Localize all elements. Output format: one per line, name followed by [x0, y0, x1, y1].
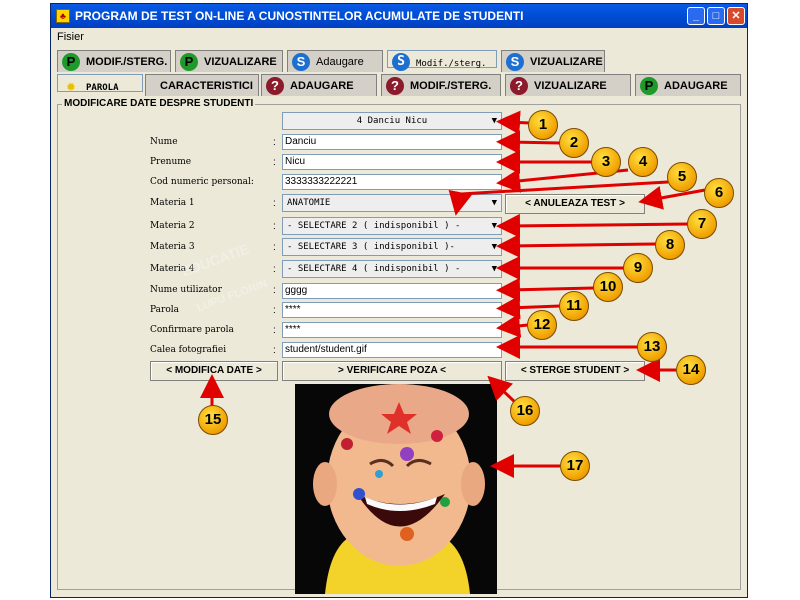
callout-12: 12 — [527, 310, 557, 340]
callout-8: 8 — [655, 230, 685, 260]
callout-9: 9 — [623, 253, 653, 283]
label-prenume: Prenume — [150, 157, 192, 167]
callout-4: 4 — [628, 147, 658, 177]
callout-6: 6 — [704, 178, 734, 208]
tab-vizualizare-p[interactable]: P VIZUALIZARE — [175, 50, 283, 72]
menu-fisier[interactable]: Fisier — [57, 31, 84, 43]
p-icon: P — [640, 77, 658, 95]
label-materia1: Materia 1 — [150, 198, 195, 208]
tab-parola[interactable]: ✹ PAROLA — [57, 74, 143, 95]
modifica-date-button[interactable]: < MODIFICA DATE > — [150, 361, 278, 381]
label-confirm: Confirmare parola — [150, 325, 234, 335]
window-title: PROGRAM DE TEST ON-LINE A CUNOSTINTELOR … — [75, 9, 524, 23]
prenume-input[interactable]: Nicu — [282, 154, 502, 170]
callout-5: 5 — [667, 162, 697, 192]
callout-14: 14 — [676, 355, 706, 385]
materia4-select[interactable]: - SELECTARE 4 ( indisponibil ) - ▼ — [282, 260, 502, 278]
label-materia3: Materia 3 — [150, 242, 195, 252]
materia2-select[interactable]: - SELECTARE 2 ( indisponibil ) - ▼ — [282, 217, 502, 235]
tab-adaugare-q[interactable]: ? ADAUGARE — [261, 74, 377, 96]
menu-bar: Fisier — [51, 28, 747, 48]
dropdown-arrow-icon: ▼ — [491, 116, 497, 126]
student-select[interactable]: 4 Danciu Nicu ▼ — [282, 112, 502, 130]
dropdown-arrow-icon: ▼ — [491, 242, 497, 252]
tab-vizualizare-s[interactable]: S VIZUALIZARE — [501, 50, 605, 72]
label-nume: Nume — [150, 137, 178, 147]
label-cale: Calea fotografiei — [150, 345, 227, 355]
label-user: Nume utilizator — [150, 285, 222, 295]
s-icon: S — [292, 53, 310, 71]
confirm-input[interactable]: **** — [282, 322, 502, 338]
question-icon: ? — [510, 77, 528, 95]
s-icon: S — [506, 53, 524, 71]
tab-modif-sterg-q[interactable]: ? MODIF./STERG. — [381, 74, 501, 96]
p-icon: P — [62, 53, 80, 71]
question-icon: ? — [266, 77, 284, 95]
tab-modif-sterg-s[interactable]: S Modif./sterg. — [387, 50, 497, 71]
callout-17: 17 — [560, 451, 590, 481]
callout-11: 11 — [559, 291, 589, 321]
tab-modif-sterg-p[interactable]: P MODIF./STERG. — [57, 50, 171, 72]
callout-10: 10 — [593, 272, 623, 302]
minimize-icon[interactable]: _ — [687, 7, 705, 25]
callout-1: 1 — [528, 110, 558, 140]
title-bar: ♣ PROGRAM DE TEST ON-LINE A CUNOSTINTELO… — [51, 4, 747, 28]
tab-adaugare-s[interactable]: S Adaugare — [287, 50, 383, 72]
parola-input[interactable]: **** — [282, 302, 502, 318]
callout-3: 3 — [591, 147, 621, 177]
sterge-student-button[interactable]: < STERGE STUDENT > — [505, 361, 645, 381]
tab-caracteristici[interactable]: CARACTERISTICI — [145, 74, 259, 96]
user-input[interactable]: gggg — [282, 283, 502, 299]
anuleaza-test-button[interactable]: < ANULEAZA TEST > — [505, 194, 645, 214]
materia1-select[interactable]: ANATOMIE ▼ — [282, 194, 502, 212]
cnp-input[interactable]: 3333333222221 — [282, 174, 502, 190]
star-icon: ✹ — [66, 76, 76, 95]
child-portrait — [295, 384, 497, 594]
p-icon: P — [180, 53, 198, 71]
dropdown-arrow-icon: ▼ — [491, 264, 497, 274]
label-materia2: Materia 2 — [150, 221, 195, 231]
app-icon: ♣ — [56, 9, 70, 23]
label-parola: Parola — [150, 305, 179, 315]
label-cnp: Cod numeric personal: — [150, 177, 254, 187]
callout-13: 13 — [637, 332, 667, 362]
callout-7: 7 — [687, 209, 717, 239]
callout-2: 2 — [559, 128, 589, 158]
materia3-select[interactable]: - SELECTARE 3 ( indisponibil )- ▼ — [282, 238, 502, 256]
callout-15: 15 — [198, 405, 228, 435]
callout-16: 16 — [510, 396, 540, 426]
question-icon: ? — [386, 77, 404, 95]
dropdown-arrow-icon: ▼ — [491, 221, 497, 231]
cale-input[interactable]: student/student.gif — [282, 342, 502, 358]
verificare-poza-button[interactable]: > VERIFICARE POZA < — [282, 361, 502, 381]
s-icon: S — [392, 53, 410, 71]
tab-vizualizare-q[interactable]: ? VIZUALIZARE — [505, 74, 631, 96]
dropdown-arrow-icon: ▼ — [491, 198, 497, 208]
nume-input[interactable]: Danciu — [282, 134, 502, 150]
tab-adaugare-p[interactable]: P ADAUGARE — [635, 74, 741, 96]
form-legend: MODIFICARE DATE DESPRE STUDENTI — [62, 98, 256, 109]
student-photo — [295, 384, 497, 594]
maximize-icon[interactable]: □ — [707, 7, 725, 25]
close-icon[interactable]: ✕ — [727, 7, 745, 25]
